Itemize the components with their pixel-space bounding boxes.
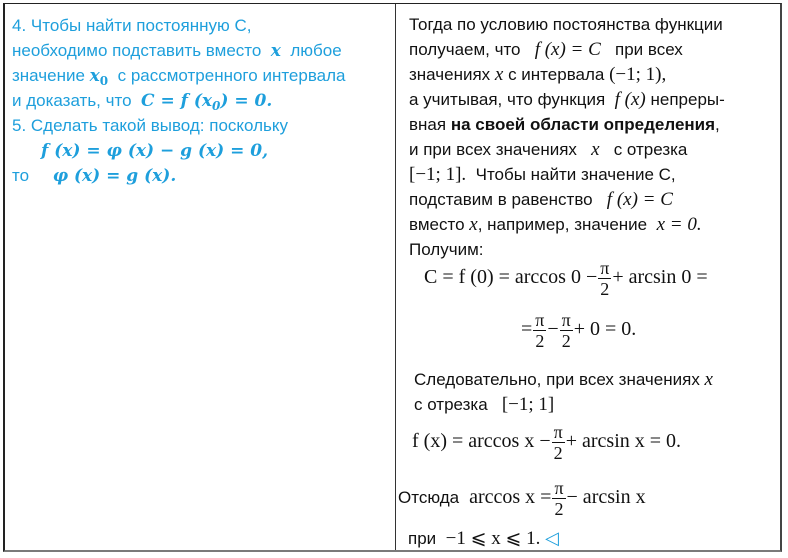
text: Отсюда [398,488,460,508]
eq-part: C = f (0) = arccos 0 − [424,266,598,289]
r-line1: Тогда по условию постоянства функции [409,15,723,34]
eq-part: f (x) = arccos x − [412,430,551,453]
r-line3: значениях x с интервала (−1; 1), [409,65,666,85]
subscript-0: 0 [99,74,109,88]
r-line2: получаем, что f (x) = C при всех [409,40,683,60]
text: Следовательно, при всех значениях [414,370,700,389]
step4-text-end: любое [290,41,342,60]
formula-part: C = f (x [141,91,213,111]
denominator: 2 [554,499,564,519]
denominator: 2 [561,331,571,351]
r-line9: вместо x, например, значение x = 0. [409,215,702,235]
text: вная [409,115,447,134]
step4-line2: необходимо подставить вместо x любое [12,41,342,61]
bold-text: на своей области определения [450,115,716,134]
formula-part: ) = 0. [220,91,273,111]
step4-text: значение [12,66,85,85]
var-x0: x [89,66,100,86]
fraction-pi-2: π2 [533,310,547,351]
step4-line1: 4. Чтобы найти постоянную С, [12,16,252,35]
step4-text: необходимо подставить вместо [12,41,262,60]
text: Чтобы найти значение С, [475,165,676,184]
step4-line3: значение x0 с рассмотренного интервала [12,66,346,91]
numerator: π [551,422,565,443]
step5-line1: 5. Сделать такой вывод: поскольку [12,116,289,135]
step5-line3: то φ (x) = g (x). [12,166,176,186]
formula-phi-equals-g: φ (x) = g (x). [52,166,177,186]
interval-closed: [−1; 1]. [409,164,467,185]
fraction-pi-2: π2 [598,258,612,299]
triangle-left-icon: ◁ [545,528,559,548]
text: с отрезка [613,140,688,159]
text: с интервала [508,65,605,84]
solution-table: 4. Чтобы найти постоянную С, необходимо … [3,3,782,552]
text: при [408,529,437,548]
text: вместо [409,215,465,234]
text: с отрезка [414,395,488,414]
left-cell-algorithm: 4. Чтобы найти постоянную С, необходимо … [5,4,395,550]
r-line10: Получим: [409,240,484,259]
formula-f-equals-c: f (x) = C [606,189,673,210]
r-line7: [−1; 1]. Чтобы найти значение С, [409,165,676,185]
formula-f-x: f (x) [614,89,646,110]
equation-arccos: Отсюда arccos x = π 2− arcsin x [398,478,646,519]
numerator: π [559,310,573,331]
denominator: 2 [600,279,610,299]
text: непреры- [650,90,725,109]
var-x: x [591,139,600,160]
formula-x-equals-0: x = 0. [656,214,702,235]
var-x: x [494,64,504,85]
step4-line4: и доказать, что C = f (x0) = 0. [12,91,272,116]
eq-part: − [547,318,559,341]
eq-part: + arcsin 0 = [612,266,708,289]
eq-part: + arcsin x = 0. [565,430,682,453]
fraction-pi-2: π2 [551,422,565,463]
var-x: x [469,214,478,235]
interval-closed: [−1; 1] [501,394,555,415]
denominator: 2 [535,331,545,351]
text: , например, значение [477,215,648,234]
text: , [715,115,720,134]
numerator: π [552,478,566,499]
text: получаем, что [409,40,521,59]
var-x: x [704,369,713,390]
formula-f-phi-g: f (x) = φ (x) − g (x) = 0, [41,141,268,161]
denominator: 2 [553,443,563,463]
fraction-pi-2: π2 [559,310,573,351]
right-cell-solution: Тогда по условию постоянства функции пол… [396,4,782,550]
r-line6: и при всех значениях x с отрезка [409,140,687,160]
equation-f-x: f (x) = arccos x − π 2 + arcsin x = 0. [412,422,681,463]
step5-text: то [12,166,30,185]
formula-range: −1 ⩽ x ⩽ 1. [445,528,541,549]
equation-c-value: C = f (0) = arccos 0 − π 2 + arcsin 0 = [424,258,708,299]
text: и при всех значениях [409,140,577,159]
eq-part: + 0 = 0. [573,318,637,341]
interval-open: (−1; 1), [609,64,667,85]
r-line14: при −1 ⩽ x ⩽ 1. ◁ [408,528,559,549]
formula-c-equals: C = f (x0) = 0. [141,91,273,113]
step4-text-end: с рассмотренного интервала [117,66,346,85]
var-x: x [270,41,281,61]
r-line12: с отрезка [−1; 1] [414,395,554,415]
r-line11: Следовательно, при всех значениях x [414,370,713,390]
text: значениях [409,65,491,84]
r-line4: а учитывая, что функция f (x) непреры- [409,90,725,110]
fraction-pi-2: π2 [552,478,566,519]
text: подставим в равенство [409,190,593,209]
r-line8: подставим в равенство f (x) = C [409,190,673,210]
step5-formula1: f (x) = φ (x) − g (x) = 0, [41,141,268,161]
eq-part: arccos x = [469,486,552,509]
formula-f-equals-c: f (x) = C [534,39,601,60]
eq-part: = [521,318,533,341]
equation-c-result: = π 2− π 2 + 0 = 0. [521,310,636,351]
numerator: π [598,258,612,279]
step4-text: и доказать, что [12,91,132,110]
text: а учитывая, что функция [409,90,606,109]
eq-part: − arcsin x [566,486,646,509]
numerator: π [533,310,547,331]
text: при всех [614,40,683,59]
r-line5: вная на своей области определения, [409,115,720,135]
